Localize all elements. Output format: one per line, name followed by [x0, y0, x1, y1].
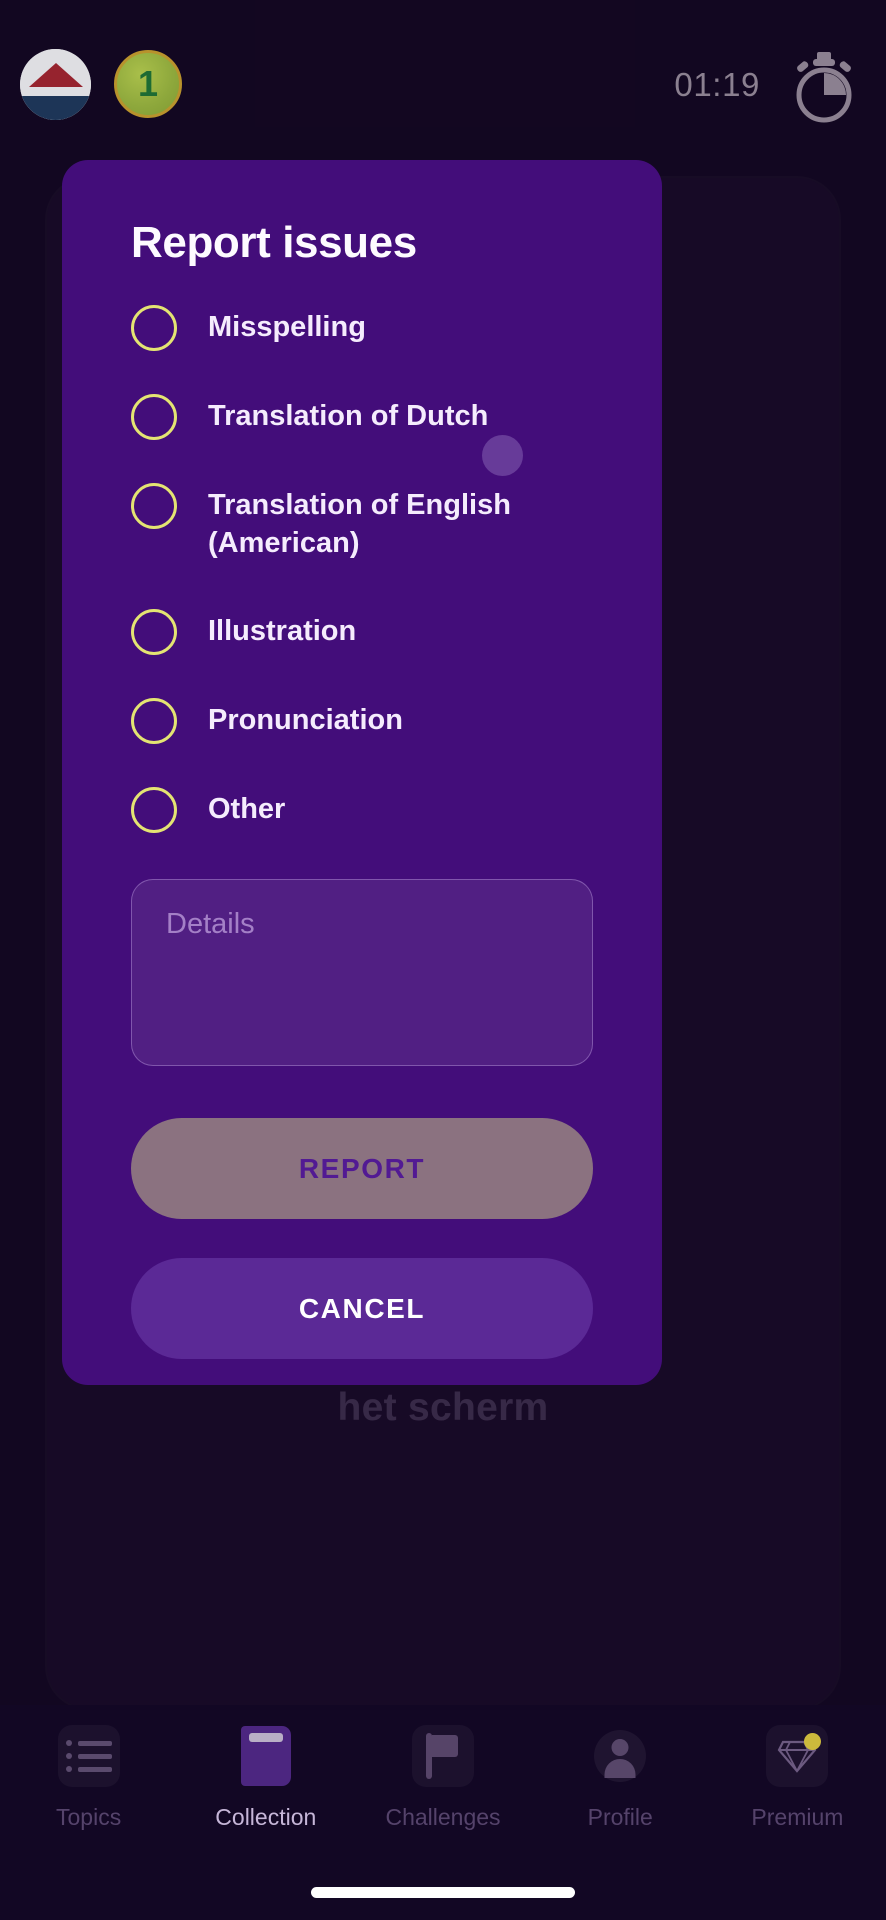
report-button[interactable]: REPORT [131, 1118, 593, 1219]
option-label: Illustration [208, 615, 357, 647]
coin-count: 1 [137, 63, 159, 104]
details-input[interactable]: Details [131, 879, 593, 1066]
flag-icon [412, 1725, 474, 1787]
coin-icon[interactable]: 1 [114, 50, 182, 118]
flag-red-triangle [28, 63, 83, 87]
nav-item-topics[interactable]: Topics [0, 1705, 177, 1920]
radio-icon[interactable] [131, 698, 177, 744]
option-other[interactable]: Other [62, 778, 662, 867]
nav-item-premium[interactable]: Premium [709, 1705, 886, 1920]
cancel-button[interactable]: CANCEL [131, 1258, 593, 1359]
option-misspelling[interactable]: Misspelling [62, 296, 662, 385]
radio-icon[interactable] [131, 787, 177, 833]
issue-options-list: Misspelling Translation of Dutch Transla… [62, 296, 662, 867]
nav-label: Topics [56, 1804, 122, 1830]
details-placeholder: Details [166, 908, 255, 940]
option-label: Translation of English (American) [208, 489, 511, 559]
option-label: Translation of Dutch [208, 400, 489, 432]
option-label: Other [208, 793, 286, 825]
top-status-bar: 1 01:19 [0, 0, 886, 150]
nav-label: Premium [751, 1804, 844, 1830]
option-translation-of-english[interactable]: Translation of English (American) [62, 474, 662, 600]
app-screen: het scherm 1 01:19 Report issues Misspel… [0, 0, 886, 1920]
option-pronunciation[interactable]: Pronunciation [62, 689, 662, 778]
diamond-icon [766, 1725, 829, 1787]
touch-ripple-indicator [482, 435, 523, 476]
option-label: Pronunciation [208, 704, 403, 736]
nav-label: Challenges [385, 1804, 501, 1830]
timer-value: 01:19 [674, 66, 760, 103]
radio-icon[interactable] [131, 483, 177, 529]
person-icon [589, 1725, 651, 1787]
option-label: Misspelling [208, 311, 366, 343]
radio-icon[interactable] [131, 305, 177, 351]
premium-notification-badge [804, 1733, 822, 1750]
radio-icon[interactable] [131, 394, 177, 440]
dutch-flag-icon[interactable] [20, 49, 91, 120]
report-issues-dialog: Report issues Misspelling Translation of… [62, 160, 662, 1385]
stopwatch-icon [788, 50, 860, 124]
flag-blue-stripe [20, 95, 91, 120]
option-illustration[interactable]: Illustration [62, 600, 662, 689]
nav-label: Profile [587, 1804, 653, 1830]
dialog-title: Report issues [131, 218, 417, 267]
book-icon [235, 1725, 297, 1787]
home-indicator[interactable] [311, 1887, 575, 1898]
list-icon [57, 1725, 120, 1787]
nav-label: Collection [215, 1804, 317, 1830]
radio-icon[interactable] [131, 609, 177, 655]
option-translation-of-dutch[interactable]: Translation of Dutch [62, 385, 662, 474]
